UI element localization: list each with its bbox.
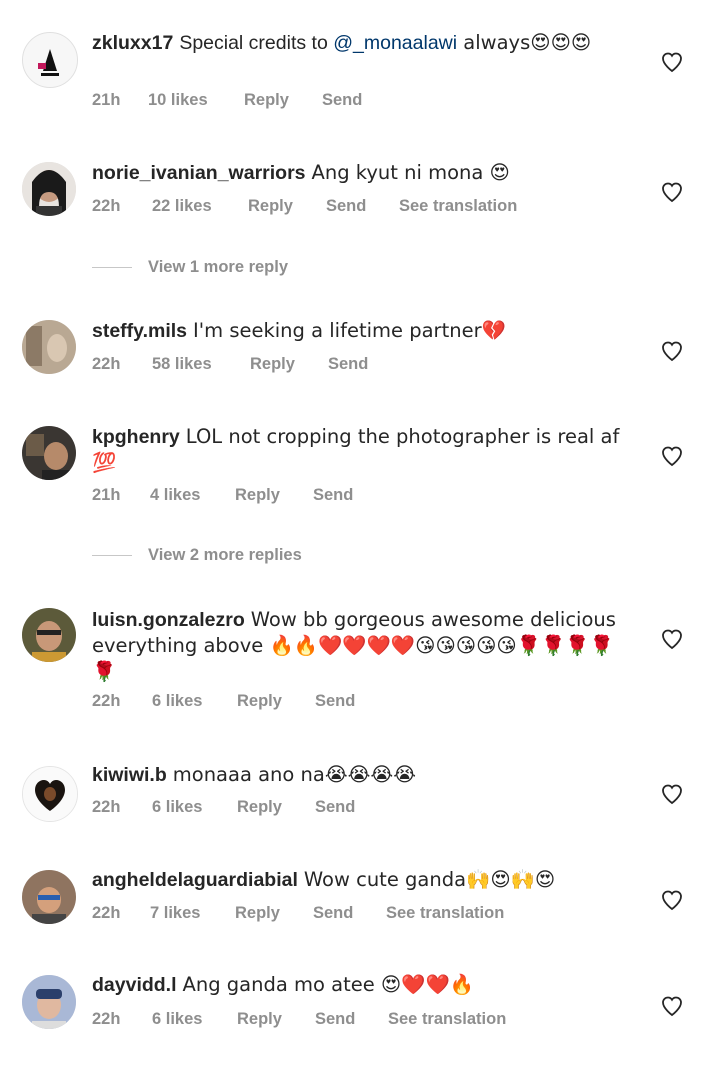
comment-time: 22h [92, 1010, 121, 1028]
avatar[interactable] [22, 766, 78, 822]
comment-text: luisn.gonzalezro Wow bb gorgeous awesome … [92, 608, 616, 683]
see-translation-link[interactable]: See translation [386, 904, 504, 923]
comment-meta: 22h 6 likes Reply Send [92, 692, 355, 711]
reply-button[interactable]: Reply [237, 798, 315, 817]
comment-username[interactable]: zkluxx17 [92, 32, 173, 54]
comment-username[interactable]: angheldelaguardiabial [92, 869, 298, 891]
comment-meta: 22h 58 likes Reply Send [92, 355, 368, 374]
comment-username[interactable]: luisn.gonzalezro [92, 609, 245, 631]
avatar[interactable] [22, 608, 76, 662]
avatar[interactable] [22, 32, 78, 88]
heart-icon[interactable] [660, 339, 684, 363]
heart-icon[interactable] [660, 782, 684, 806]
comment-username[interactable]: norie_ivanian_warriors [92, 162, 306, 184]
comment-likes[interactable]: 4 likes [150, 486, 235, 505]
see-translation-link[interactable]: See translation [399, 197, 517, 216]
comment-meta: 22h 22 likes Reply Send See translation [92, 197, 517, 216]
comment-meta: 22h 6 likes Reply Send See translation [92, 1010, 506, 1029]
send-button[interactable]: Send [328, 355, 368, 374]
comment-meta: 21h 10 likes Reply Send [92, 91, 362, 110]
view-more-replies[interactable]: View 1 more reply [92, 258, 288, 277]
comment-username[interactable]: kpghenry [92, 426, 180, 448]
comment-meta: 22h 6 likes Reply Send [92, 798, 355, 817]
avatar[interactable] [22, 320, 76, 374]
comment-text: kiwiwi.b monaaa ano na😭😭😭😭 [92, 763, 416, 786]
heart-icon[interactable] [660, 627, 684, 651]
avatar[interactable] [22, 870, 76, 924]
comment-likes[interactable]: 6 likes [152, 692, 237, 711]
divider-line [92, 555, 132, 557]
comment-text: norie_ivanian_warriors Ang kyut ni mona 😍 [92, 161, 510, 184]
heart-icon[interactable] [660, 994, 684, 1018]
comment-time: 22h [92, 798, 121, 816]
comment-meta: 22h 7 likes Reply Send See translation [92, 904, 504, 923]
send-button[interactable]: Send [313, 486, 353, 505]
heart-icon[interactable] [660, 50, 684, 74]
comment-username[interactable]: kiwiwi.b [92, 764, 167, 786]
comment-time: 22h [92, 692, 121, 710]
mention-link[interactable]: @_monaalawi [333, 32, 457, 54]
send-button[interactable]: Send [322, 91, 362, 110]
comment-likes[interactable]: 58 likes [152, 355, 250, 374]
send-button[interactable]: Send [315, 798, 355, 817]
comment-time: 21h [92, 486, 121, 504]
heart-icon[interactable] [660, 444, 684, 468]
comment-likes[interactable]: 6 likes [152, 1010, 237, 1029]
send-button[interactable]: Send [315, 1010, 388, 1029]
comment-text: dayvidd.l Ang ganda mo atee 😍❤️❤️🔥 [92, 973, 475, 996]
heart-icon[interactable] [660, 888, 684, 912]
comment-username[interactable]: steffy.mils [92, 320, 187, 342]
avatar[interactable] [22, 162, 76, 216]
comment-username[interactable]: dayvidd.l [92, 974, 177, 996]
comment-likes[interactable]: 10 likes [148, 91, 244, 110]
heart-icon[interactable] [660, 180, 684, 204]
comment-text: steffy.mils I'm seeking a lifetime partne… [92, 319, 506, 342]
see-translation-link[interactable]: See translation [388, 1010, 506, 1029]
comment-likes[interactable]: 6 likes [152, 798, 237, 817]
comment-likes[interactable]: 22 likes [152, 197, 248, 216]
comment-likes[interactable]: 7 likes [150, 904, 235, 923]
comment-time: 22h [92, 197, 121, 215]
reply-button[interactable]: Reply [235, 486, 313, 505]
avatar[interactable] [22, 426, 76, 480]
comment-meta: 21h 4 likes Reply Send [92, 486, 353, 505]
comment-time: 22h [92, 904, 121, 922]
reply-button[interactable]: Reply [244, 91, 322, 110]
reply-button[interactable]: Reply [235, 904, 313, 923]
send-button[interactable]: Send [315, 692, 355, 711]
comment-text: angheldelaguardiabial Wow cute ganda🙌😍🙌😍 [92, 868, 556, 891]
reply-button[interactable]: Reply [237, 1010, 315, 1029]
comment-time: 21h [92, 91, 121, 109]
reply-button[interactable]: Reply [250, 355, 328, 374]
avatar[interactable] [22, 975, 76, 1029]
send-button[interactable]: Send [313, 904, 386, 923]
send-button[interactable]: Send [326, 197, 399, 216]
comment-time: 22h [92, 355, 121, 373]
reply-button[interactable]: Reply [248, 197, 326, 216]
view-more-replies[interactable]: View 2 more replies [92, 546, 302, 565]
divider-line [92, 267, 132, 269]
comment-text: kpghenry LOL not cropping the photographe… [92, 425, 620, 474]
reply-button[interactable]: Reply [237, 692, 315, 711]
comment-text: zkluxx17 Special credits to @_monaalawi a… [92, 31, 592, 54]
